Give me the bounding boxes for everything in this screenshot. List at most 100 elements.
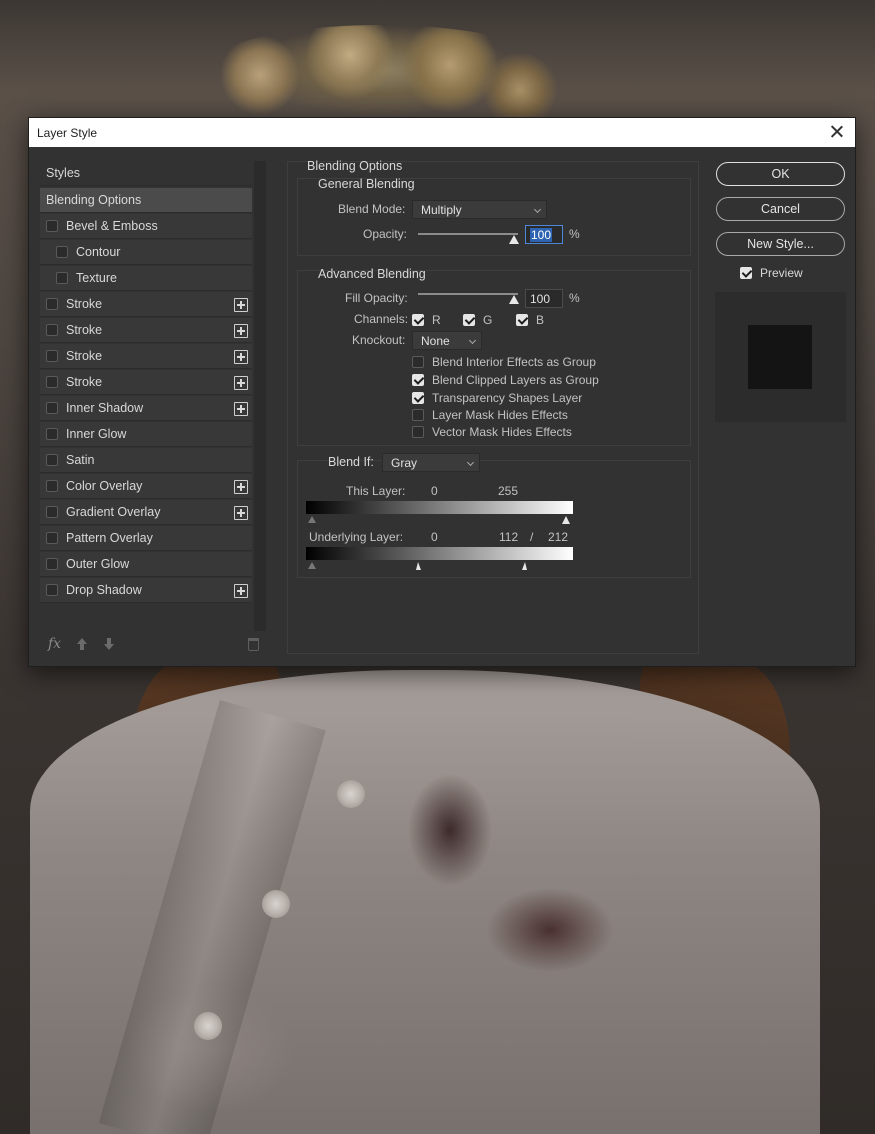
blend-clipped-checkbox[interactable]	[412, 374, 424, 386]
blend-if-select[interactable]: Gray	[382, 453, 480, 472]
gradient-overlay-checkbox[interactable]	[46, 506, 58, 518]
channel-b-label: B	[536, 313, 545, 327]
add-gradient-overlay-icon[interactable]	[234, 506, 248, 520]
style-item-stroke[interactable]: Stroke	[40, 318, 252, 343]
fill-opacity-input[interactable]: 100	[525, 289, 563, 308]
stroke-checkbox[interactable]	[46, 324, 58, 336]
layer-mask-hides-option[interactable]: Layer Mask Hides Effects	[412, 408, 568, 422]
channel-g-checkbox[interactable]	[463, 314, 475, 326]
fx-icon[interactable]: fx	[48, 636, 61, 652]
vector-mask-hides-option[interactable]: Vector Mask Hides Effects	[412, 425, 572, 439]
underlying-layer-black-slider[interactable]	[308, 562, 316, 569]
this-layer-label: This Layer:	[346, 484, 406, 498]
photo-fungus	[200, 25, 560, 120]
add-inner-shadow-icon[interactable]	[234, 402, 248, 416]
trash-icon[interactable]	[248, 638, 259, 651]
underlying-layer-split-low-slider[interactable]	[416, 562, 421, 570]
satin-checkbox[interactable]	[46, 454, 58, 466]
cancel-button[interactable]: Cancel	[716, 197, 845, 221]
new-style-button[interactable]: New Style...	[716, 232, 845, 256]
drop-shadow-checkbox[interactable]	[46, 584, 58, 596]
add-drop-shadow-icon[interactable]	[234, 584, 248, 598]
style-item-outer-glow[interactable]: Outer Glow	[40, 552, 252, 577]
channel-b-checkbox[interactable]	[516, 314, 528, 326]
blend-interior-checkbox[interactable]	[412, 356, 424, 368]
blend-interior-option[interactable]: Blend Interior Effects as Group	[412, 355, 596, 369]
chevron-down-icon	[533, 205, 542, 214]
style-item-pattern-overlay[interactable]: Pattern Overlay	[40, 526, 252, 551]
style-item-bevel-emboss[interactable]: Bevel & Emboss	[40, 214, 252, 239]
add-color-overlay-icon[interactable]	[234, 480, 248, 494]
add-stroke-icon[interactable]	[234, 324, 248, 338]
blend-if-value: Gray	[391, 456, 418, 470]
style-item-inner-shadow[interactable]: Inner Shadow	[40, 396, 252, 421]
photo-shirt-button	[262, 890, 290, 918]
outer-glow-checkbox[interactable]	[46, 558, 58, 570]
channel-r-checkbox[interactable]	[412, 314, 424, 326]
knockout-select[interactable]: None	[412, 331, 482, 350]
transparency-shapes-option[interactable]: Transparency Shapes Layer	[412, 391, 582, 405]
move-down-icon[interactable]	[103, 638, 115, 652]
style-item-stroke[interactable]: Stroke	[40, 344, 252, 369]
contour-checkbox[interactable]	[56, 246, 68, 258]
this-layer-white-slider[interactable]	[562, 516, 570, 524]
channel-r[interactable]: R	[412, 313, 441, 327]
fill-opacity-slider[interactable]	[418, 293, 518, 295]
channel-g[interactable]: G	[463, 313, 492, 327]
channel-b[interactable]: B	[516, 313, 544, 327]
style-item-drop-shadow[interactable]: Drop Shadow	[40, 578, 252, 603]
add-stroke-icon[interactable]	[234, 298, 248, 312]
style-item-color-overlay[interactable]: Color Overlay	[40, 474, 252, 499]
inner-shadow-checkbox[interactable]	[46, 402, 58, 414]
color-overlay-checkbox[interactable]	[46, 480, 58, 492]
style-item-label: Color Overlay	[66, 479, 143, 493]
style-item-satin[interactable]: Satin	[40, 448, 252, 473]
style-item-blending-options[interactable]: Blending Options	[40, 188, 252, 213]
fill-opacity-slider-thumb[interactable]	[509, 295, 519, 304]
advanced-blending-title: Advanced Blending	[318, 267, 426, 281]
underlying-layer-split-low: 112	[499, 530, 519, 544]
inner-glow-checkbox[interactable]	[46, 428, 58, 440]
ok-button[interactable]: OK	[716, 162, 845, 186]
style-item-label: Stroke	[66, 349, 103, 363]
channels-label: Channels:	[354, 312, 409, 326]
style-item-stroke[interactable]: Stroke	[40, 292, 252, 317]
vector-mask-hides-checkbox[interactable]	[412, 426, 424, 438]
opacity-slider-thumb[interactable]	[509, 235, 519, 244]
blend-mode-select[interactable]: Multiply	[412, 200, 547, 219]
blending-options-panel: Blending Options General Blending Blend …	[287, 159, 699, 654]
style-item-contour[interactable]: Contour	[40, 240, 252, 265]
stroke-checkbox[interactable]	[46, 376, 58, 388]
style-item-label: Gradient Overlay	[66, 505, 161, 519]
stroke-checkbox[interactable]	[46, 350, 58, 362]
style-preview-swatch	[748, 325, 812, 389]
style-item-label: Contour	[76, 245, 121, 259]
add-stroke-icon[interactable]	[234, 350, 248, 364]
opacity-input[interactable]: 100	[525, 225, 563, 244]
style-item-label: Inner Shadow	[66, 401, 144, 415]
close-icon[interactable]	[827, 122, 847, 142]
style-list-scrollbar[interactable]	[254, 161, 266, 631]
preview-checkbox[interactable]	[740, 267, 752, 279]
move-up-icon[interactable]	[76, 638, 88, 652]
pattern-overlay-checkbox[interactable]	[46, 532, 58, 544]
style-item-stroke[interactable]: Stroke	[40, 370, 252, 395]
blending-options-title: Blending Options	[307, 159, 403, 173]
opacity-slider[interactable]	[418, 233, 518, 235]
style-item-gradient-overlay[interactable]: Gradient Overlay	[40, 500, 252, 525]
style-item-label: Bevel & Emboss	[66, 219, 158, 233]
bevel-emboss-checkbox[interactable]	[46, 220, 58, 232]
add-stroke-icon[interactable]	[234, 376, 248, 390]
style-item-texture[interactable]: Texture	[40, 266, 252, 291]
texture-checkbox[interactable]	[56, 272, 68, 284]
preview-toggle[interactable]: Preview	[740, 266, 803, 280]
underlying-layer-split-high-slider[interactable]	[522, 562, 527, 570]
this-layer-black-slider[interactable]	[308, 516, 316, 523]
blend-clipped-option[interactable]: Blend Clipped Layers as Group	[412, 373, 599, 387]
transparency-shapes-checkbox[interactable]	[412, 392, 424, 404]
stroke-checkbox[interactable]	[46, 298, 58, 310]
style-item-inner-glow[interactable]: Inner Glow	[40, 422, 252, 447]
layer-mask-hides-checkbox[interactable]	[412, 409, 424, 421]
opacity-label: Opacity:	[363, 227, 408, 241]
style-list-header[interactable]: Styles	[40, 161, 252, 186]
